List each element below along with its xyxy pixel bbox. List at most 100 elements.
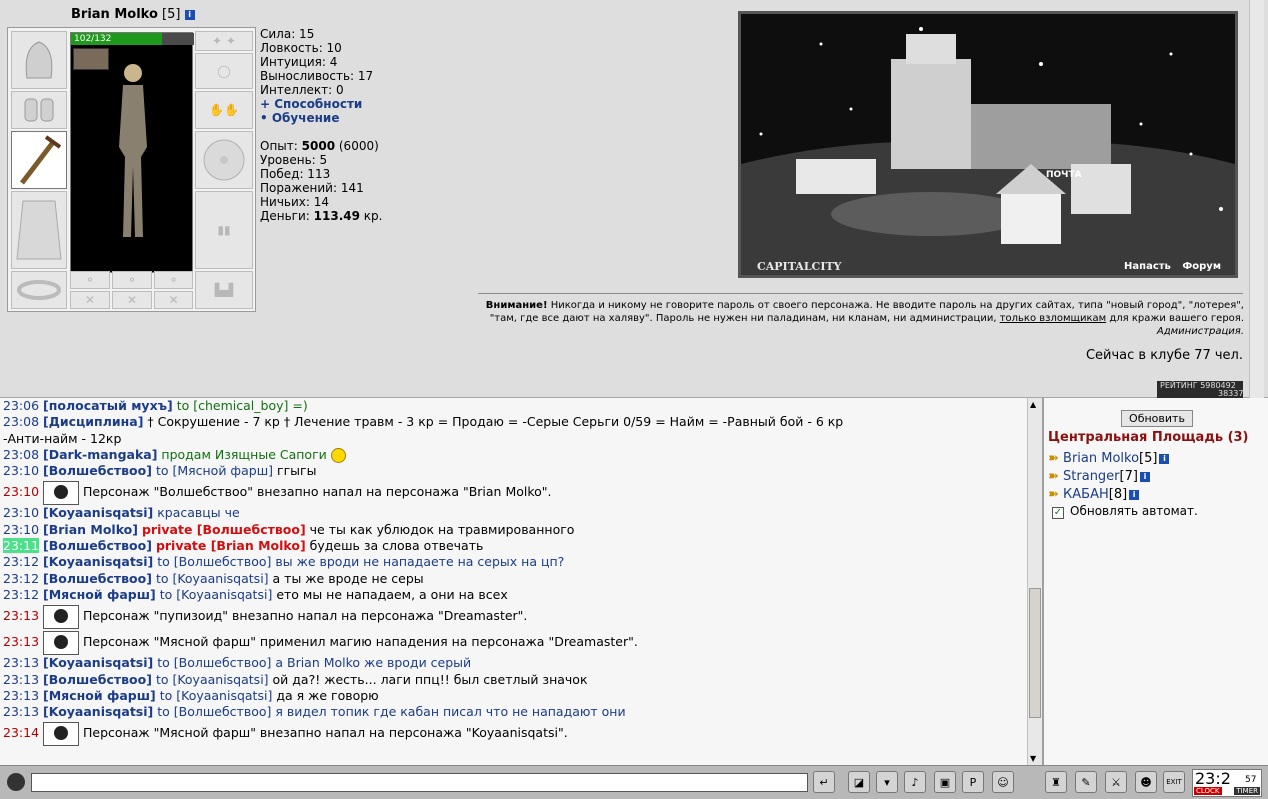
private-arrow-icon[interactable]: ➽ (1048, 469, 1063, 484)
training-link[interactable]: • Обучение (260, 111, 382, 125)
private-arrow-icon[interactable]: ➽ (1048, 451, 1063, 466)
player-name[interactable]: Stranger (1063, 469, 1120, 484)
message-recipient[interactable]: to [chemical_boy] (177, 398, 289, 413)
scroll-slot-3[interactable]: ✕ (154, 291, 193, 309)
exit-icon[interactable]: EXIT (1163, 771, 1185, 793)
message-nick[interactable]: Koyaanisqatsi (49, 554, 148, 569)
message-time[interactable]: 23:12 (3, 587, 39, 602)
message-recipient[interactable]: to [Koyaanisqatsi] (156, 571, 269, 586)
forum-link[interactable]: Форум (1182, 261, 1221, 272)
message-author[interactable]: [Мясной фарш] (43, 688, 156, 703)
message-nick[interactable]: Dark-mangaka (49, 447, 152, 462)
save-icon[interactable]: ▣ (934, 771, 956, 793)
message-nick[interactable]: полосатый мухъ (49, 398, 167, 413)
auto-refresh[interactable]: ✓ Обновлять автомат. (1052, 504, 1198, 519)
scrollbar-thumb[interactable] (1029, 588, 1041, 718)
message-recipient[interactable]: to [Мясной фарш] (156, 463, 273, 478)
message-author[interactable]: [Koyaanisqatsi] (43, 505, 153, 520)
message-author[interactable]: [Дисциплина] (43, 414, 143, 429)
injury-icon[interactable] (73, 48, 109, 70)
refresh-button[interactable]: Обновить (1121, 410, 1193, 427)
message-nick[interactable]: Дисциплина (49, 414, 138, 429)
player-name[interactable]: КАБАН (1063, 487, 1109, 502)
avatar[interactable] (7, 773, 25, 791)
message-time[interactable]: 23:14 (3, 725, 39, 740)
message-recipient[interactable]: to [Koyaanisqatsi] (160, 688, 273, 703)
message-time[interactable]: 23:13 (3, 608, 39, 623)
message-time[interactable]: 23:08 (3, 447, 39, 462)
scroll-slot-2[interactable]: ✕ (112, 291, 152, 309)
message-author[interactable]: [полосатый мухъ] (43, 398, 173, 413)
translit-icon[interactable]: Р (962, 771, 984, 793)
fight-icon[interactable]: ⚔ (1105, 771, 1127, 793)
shield-slot[interactable] (195, 131, 253, 189)
top-scrollbar[interactable] (1249, 0, 1264, 398)
info-icon[interactable]: i (1129, 489, 1140, 500)
message-author[interactable]: [Koyaanisqatsi] (43, 554, 153, 569)
player-row[interactable]: ➽ КАБАН[8] i (1048, 486, 1169, 504)
message-nick[interactable]: Волшебствоо (49, 571, 147, 586)
chat-input[interactable] (31, 773, 808, 792)
info-icon[interactable]: i (184, 9, 195, 20)
info-icon[interactable]: i (1159, 453, 1170, 464)
player-row[interactable]: ➽ Stranger[7] i (1048, 468, 1169, 486)
ring-slot-2[interactable]: ⚬ (112, 271, 152, 289)
message-nick[interactable]: Koyaanisqatsi (49, 505, 148, 520)
eraser-icon[interactable]: ◪ (848, 771, 870, 793)
attack-link[interactable]: Напасть (1124, 261, 1171, 272)
boots-slot[interactable]: ▙▟ (195, 271, 253, 309)
armor-slot[interactable] (11, 191, 67, 269)
message-time[interactable]: 23:08 (3, 414, 39, 429)
message-recipient[interactable]: to [Волшебствоо] (157, 704, 271, 719)
message-author[interactable]: [Волшебствоо] (43, 672, 152, 687)
scroll-up-icon[interactable]: ▲ (1030, 400, 1036, 409)
chat-scrollbar[interactable]: ▲ ▼ (1027, 398, 1042, 765)
message-author[interactable]: [Волшебствоо] (43, 538, 152, 553)
smile-icon[interactable]: ☺ (992, 771, 1014, 793)
message-author[interactable]: [Мясной фарш] (43, 587, 156, 602)
message-time[interactable]: 23:13 (3, 704, 39, 719)
message-nick[interactable]: Волшебствоо (49, 463, 147, 478)
belt-slot[interactable] (11, 271, 67, 309)
scroll-slot-1[interactable]: ✕ (70, 291, 110, 309)
message-time[interactable]: 23:10 (3, 505, 39, 520)
sound-icon[interactable]: ♪ (904, 771, 926, 793)
earring-slot[interactable]: ✦ ✦ (195, 31, 253, 51)
player-row[interactable]: ➽ Brian Molko[5] i (1048, 450, 1170, 468)
message-time[interactable]: 23:13 (3, 634, 39, 649)
message-nick[interactable]: Brian Molko (49, 522, 133, 537)
message-author[interactable]: [Brian Molko] (43, 522, 138, 537)
message-nick[interactable]: Мясной фарш (49, 587, 150, 602)
abilities-link[interactable]: + Способности (260, 97, 382, 111)
message-nick[interactable]: Волшебствоо (49, 538, 147, 553)
private-target[interactable]: private [Волшебствоо] (142, 522, 306, 537)
private-arrow-icon[interactable]: ➽ (1048, 487, 1063, 502)
message-author[interactable]: [Волшебствоо] (43, 463, 152, 478)
message-time[interactable]: 23:06 (3, 398, 39, 413)
message-recipient[interactable]: to [Koyaanisqatsi] (160, 587, 273, 602)
message-time[interactable]: 23:10 (3, 522, 39, 537)
necklace-slot[interactable]: ◯ (195, 53, 253, 89)
message-time[interactable]: 23:13 (3, 688, 39, 703)
ring-slot-3[interactable]: ⚬ (154, 271, 193, 289)
friends-icon[interactable]: ☻ (1135, 771, 1157, 793)
weapon-slot[interactable] (11, 131, 67, 189)
message-time[interactable]: 23:13 (3, 655, 39, 670)
info-icon[interactable]: i (1139, 471, 1150, 482)
message-author[interactable]: [Волшебствоо] (43, 571, 152, 586)
message-recipient[interactable]: to [Koyaanisqatsi] (156, 672, 269, 687)
message-time[interactable]: 23:13 (3, 672, 39, 687)
message-author[interactable]: [Dark-mangaka] (43, 447, 157, 462)
message-time[interactable]: 23:12 (3, 554, 39, 569)
bag-icon[interactable]: ♜ (1045, 771, 1067, 793)
character-avatar[interactable]: 102/132 (70, 32, 194, 273)
message-recipient[interactable]: to [Волшебствоо] (157, 655, 271, 670)
gloves-slot[interactable]: ✋✋ (195, 91, 253, 129)
scroll-icon[interactable]: ✎ (1075, 771, 1097, 793)
message-author[interactable]: [Koyaanisqatsi] (43, 704, 153, 719)
player-name[interactable]: Brian Molko (1063, 451, 1139, 466)
clock[interactable]: 23:2 57 CLOCK TIMER (1192, 769, 1262, 797)
message-nick[interactable]: Волшебствоо (49, 672, 147, 687)
bracers-slot[interactable] (11, 91, 67, 129)
filter-icon[interactable]: ▾ (876, 771, 898, 793)
